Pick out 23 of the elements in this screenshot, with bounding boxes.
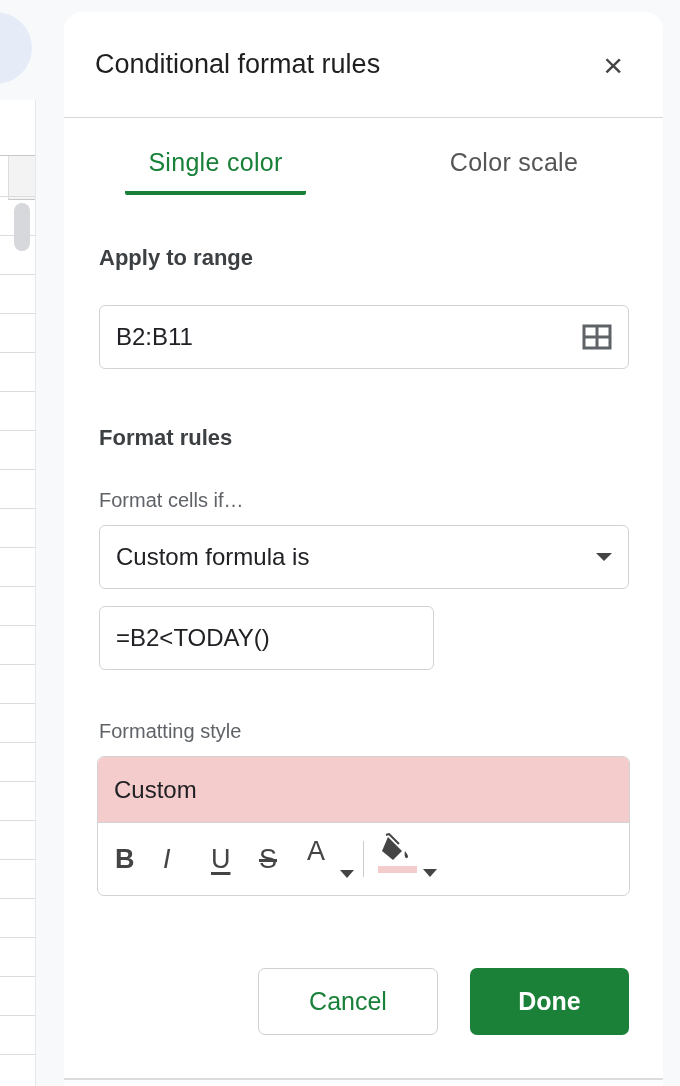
section-heading: Format rules [99,425,234,451]
done-button[interactable]: Done [470,968,629,1035]
style-preview[interactable]: Custom [98,757,629,823]
range-field[interactable]: B2:B11 [99,305,629,369]
field-label: Format cells if… [99,489,245,512]
close-button[interactable]: × [599,47,627,82]
section-heading: Apply to range [99,245,254,271]
tab[interactable]: Color scale [405,142,623,195]
italic-button[interactable]: I [163,843,211,875]
underline-button[interactable]: U [211,843,259,875]
grid-icon [582,324,612,350]
field-label: Formatting style [99,720,243,743]
cancel-button[interactable]: Cancel [258,968,438,1035]
strikethrough-button[interactable]: S [259,843,307,875]
formula-field[interactable]: =B2<TODAY() [99,606,434,670]
tab[interactable]: Single color [125,142,306,195]
bold-button[interactable]: B [115,843,163,875]
caret-icon [340,870,354,878]
scrollbar-thumb[interactable] [14,203,30,251]
caret-icon [596,553,612,561]
panel-title: Conditional format rules [95,49,381,80]
condition-dropdown[interactable]: Custom formula is [99,525,629,589]
text-color-button[interactable]: A [307,834,363,884]
